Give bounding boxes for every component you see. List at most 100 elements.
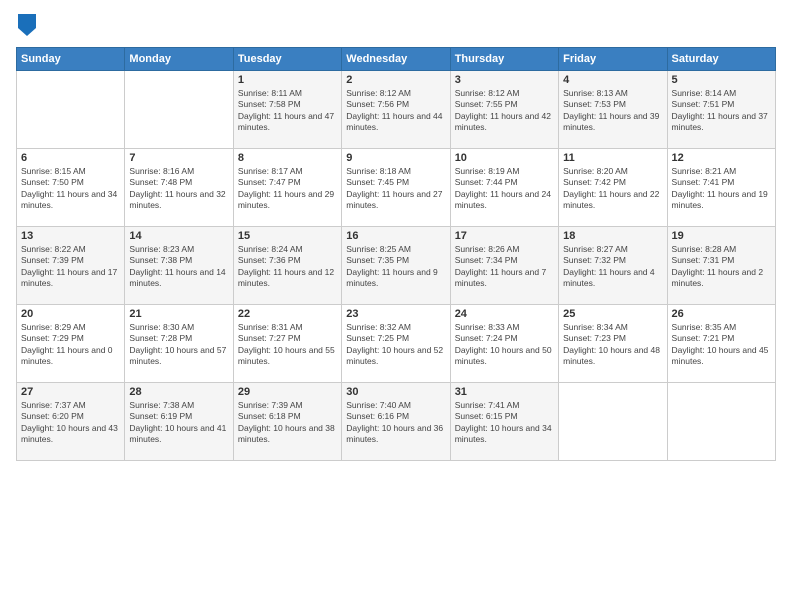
day-cell: 10 Sunrise: 8:19 AMSunset: 7:44 PMDayligh… — [450, 148, 558, 226]
calendar-header: SundayMondayTuesdayWednesdayThursdayFrid… — [17, 47, 776, 70]
day-info: Sunrise: 8:29 AMSunset: 7:29 PMDaylight:… — [21, 322, 120, 368]
day-info: Sunrise: 8:14 AMSunset: 7:51 PMDaylight:… — [672, 88, 771, 134]
day-number: 7 — [129, 152, 228, 164]
day-cell: 14 Sunrise: 8:23 AMSunset: 7:38 PMDayligh… — [125, 226, 233, 304]
day-info: Sunrise: 7:41 AMSunset: 6:15 PMDaylight:… — [455, 400, 554, 446]
day-number: 20 — [21, 308, 120, 320]
day-cell: 9Sunrise: 8:18 AMSunset: 7:45 PMDaylight… — [342, 148, 450, 226]
day-number: 17 — [455, 230, 554, 242]
day-number: 24 — [455, 308, 554, 320]
day-number: 27 — [21, 386, 120, 398]
day-cell: 28Sunrise: 7:38 AMSunset: 6:19 PMDayligh… — [125, 382, 233, 460]
day-info: Sunrise: 8:26 AMSunset: 7:34 PMDaylight:… — [455, 244, 554, 290]
day-info: Sunrise: 8:16 AMSunset: 7:48 PMDaylight:… — [129, 166, 228, 212]
day-number: 31 — [455, 386, 554, 398]
day-cell: 3Sunrise: 8:12 AMSunset: 7:55 PMDaylight… — [450, 70, 558, 148]
day-number: 5 — [672, 74, 771, 86]
day-info: Sunrise: 8:19 AMSunset: 7:44 PMDaylight:… — [455, 166, 554, 212]
day-number: 2 — [346, 74, 445, 86]
day-info: Sunrise: 8:13 AMSunset: 7:53 PMDaylight:… — [563, 88, 662, 134]
day-info: Sunrise: 8:20 AMSunset: 7:42 PMDaylight:… — [563, 166, 662, 212]
day-cell — [559, 382, 667, 460]
header-day-tuesday: Tuesday — [233, 47, 341, 70]
day-info: Sunrise: 8:23 AMSunset: 7:38 PMDaylight:… — [129, 244, 228, 290]
day-info: Sunrise: 8:12 AMSunset: 7:56 PMDaylight:… — [346, 88, 445, 134]
day-info: Sunrise: 8:17 AMSunset: 7:47 PMDaylight:… — [238, 166, 337, 212]
header-day-friday: Friday — [559, 47, 667, 70]
header-day-sunday: Sunday — [17, 47, 125, 70]
day-cell: 13Sunrise: 8:22 AMSunset: 7:39 PMDayligh… — [17, 226, 125, 304]
day-cell: 7 Sunrise: 8:16 AMSunset: 7:48 PMDaylight… — [125, 148, 233, 226]
week-row-5: 27 Sunrise: 7:37 AMSunset: 6:20 PMDayligh… — [17, 382, 776, 460]
day-number: 15 — [238, 230, 337, 242]
day-number: 30 — [346, 386, 445, 398]
day-info: Sunrise: 7:37 AMSunset: 6:20 PMDaylight:… — [21, 400, 120, 446]
day-cell: 31 Sunrise: 7:41 AMSunset: 6:15 PMDayligh… — [450, 382, 558, 460]
day-number: 16 — [346, 230, 445, 242]
day-cell: 19Sunrise: 8:28 AMSunset: 7:31 PMDayligh… — [667, 226, 775, 304]
day-cell: 8Sunrise: 8:17 AMSunset: 7:47 PMDaylight… — [233, 148, 341, 226]
day-number: 13 — [21, 230, 120, 242]
week-row-4: 20 Sunrise: 8:29 AMSunset: 7:29 PMDayligh… — [17, 304, 776, 382]
day-cell: 15 Sunrise: 8:24 AMSunset: 7:36 PMDayligh… — [233, 226, 341, 304]
day-number: 26 — [672, 308, 771, 320]
day-info: Sunrise: 8:21 AMSunset: 7:41 PMDaylight:… — [672, 166, 771, 212]
week-row-1: 1Sunrise: 8:11 AMSunset: 7:58 PMDaylight… — [17, 70, 776, 148]
day-cell: 24 Sunrise: 8:33 AMSunset: 7:24 PMDayligh… — [450, 304, 558, 382]
day-number: 11 — [563, 152, 662, 164]
day-number: 6 — [21, 152, 120, 164]
day-number: 14 — [129, 230, 228, 242]
calendar: SundayMondayTuesdayWednesdayThursdayFrid… — [16, 47, 776, 461]
day-cell: 4 Sunrise: 8:13 AMSunset: 7:53 PMDaylight… — [559, 70, 667, 148]
header-day-thursday: Thursday — [450, 47, 558, 70]
day-number: 4 — [563, 74, 662, 86]
day-cell: 2 Sunrise: 8:12 AMSunset: 7:56 PMDaylight… — [342, 70, 450, 148]
day-cell: 21 Sunrise: 8:30 AMSunset: 7:28 PMDayligh… — [125, 304, 233, 382]
header — [16, 10, 776, 41]
day-info: Sunrise: 8:34 AMSunset: 7:23 PMDaylight:… — [563, 322, 662, 368]
day-number: 22 — [238, 308, 337, 320]
day-info: Sunrise: 8:33 AMSunset: 7:24 PMDaylight:… — [455, 322, 554, 368]
day-cell: 17 Sunrise: 8:26 AMSunset: 7:34 PMDayligh… — [450, 226, 558, 304]
day-cell: 23 Sunrise: 8:32 AMSunset: 7:25 PMDayligh… — [342, 304, 450, 382]
day-info: Sunrise: 8:27 AMSunset: 7:32 PMDaylight:… — [563, 244, 662, 290]
week-row-2: 6 Sunrise: 8:15 AMSunset: 7:50 PMDaylight… — [17, 148, 776, 226]
day-info: Sunrise: 8:24 AMSunset: 7:36 PMDaylight:… — [238, 244, 337, 290]
day-number: 29 — [238, 386, 337, 398]
header-day-wednesday: Wednesday — [342, 47, 450, 70]
header-day-monday: Monday — [125, 47, 233, 70]
logo-text — [16, 14, 36, 41]
day-info: Sunrise: 7:39 AMSunset: 6:18 PMDaylight:… — [238, 400, 337, 446]
day-info: Sunrise: 7:40 AMSunset: 6:16 PMDaylight:… — [346, 400, 445, 446]
day-number: 23 — [346, 308, 445, 320]
day-info: Sunrise: 8:32 AMSunset: 7:25 PMDaylight:… — [346, 322, 445, 368]
day-cell: 11 Sunrise: 8:20 AMSunset: 7:42 PMDayligh… — [559, 148, 667, 226]
day-info: Sunrise: 8:30 AMSunset: 7:28 PMDaylight:… — [129, 322, 228, 368]
day-cell: 29 Sunrise: 7:39 AMSunset: 6:18 PMDayligh… — [233, 382, 341, 460]
day-info: Sunrise: 8:11 AMSunset: 7:58 PMDaylight:… — [238, 88, 337, 134]
day-number: 12 — [672, 152, 771, 164]
day-info: Sunrise: 8:15 AMSunset: 7:50 PMDaylight:… — [21, 166, 120, 212]
day-info: Sunrise: 7:38 AMSunset: 6:19 PMDaylight:… — [129, 400, 228, 446]
logo — [16, 14, 36, 41]
calendar-body: 1Sunrise: 8:11 AMSunset: 7:58 PMDaylight… — [17, 70, 776, 460]
day-cell — [667, 382, 775, 460]
day-info: Sunrise: 8:31 AMSunset: 7:27 PMDaylight:… — [238, 322, 337, 368]
day-number: 18 — [563, 230, 662, 242]
header-row: SundayMondayTuesdayWednesdayThursdayFrid… — [17, 47, 776, 70]
logo-icon — [18, 14, 36, 36]
day-cell: 6 Sunrise: 8:15 AMSunset: 7:50 PMDaylight… — [17, 148, 125, 226]
day-number: 19 — [672, 230, 771, 242]
day-cell — [17, 70, 125, 148]
day-number: 21 — [129, 308, 228, 320]
day-cell: 18 Sunrise: 8:27 AMSunset: 7:32 PMDayligh… — [559, 226, 667, 304]
day-info: Sunrise: 8:18 AMSunset: 7:45 PMDaylight:… — [346, 166, 445, 212]
day-cell — [125, 70, 233, 148]
day-cell: 16Sunrise: 8:25 AMSunset: 7:35 PMDayligh… — [342, 226, 450, 304]
day-cell: 26 Sunrise: 8:35 AMSunset: 7:21 PMDayligh… — [667, 304, 775, 382]
day-cell: 22 Sunrise: 8:31 AMSunset: 7:27 PMDayligh… — [233, 304, 341, 382]
day-number: 10 — [455, 152, 554, 164]
page: SundayMondayTuesdayWednesdayThursdayFrid… — [0, 0, 792, 612]
day-cell: 12 Sunrise: 8:21 AMSunset: 7:41 PMDayligh… — [667, 148, 775, 226]
day-info: Sunrise: 8:35 AMSunset: 7:21 PMDaylight:… — [672, 322, 771, 368]
